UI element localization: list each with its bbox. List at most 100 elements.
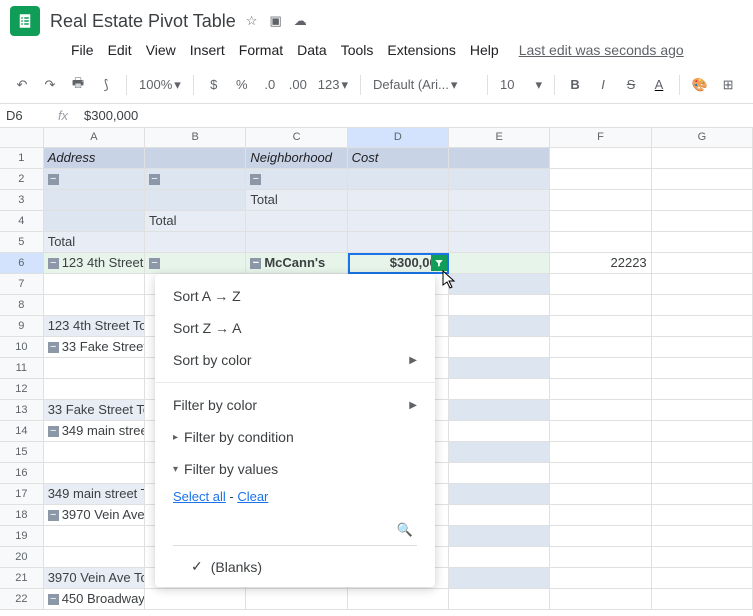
row-header[interactable]: 10 — [0, 337, 44, 358]
cell[interactable] — [550, 400, 651, 421]
cell[interactable]: − — [246, 169, 347, 190]
cell[interactable] — [550, 232, 651, 253]
cell[interactable] — [449, 316, 550, 337]
clear-link[interactable]: Clear — [237, 489, 268, 504]
cell[interactable]: −33 Fake Street — [44, 337, 145, 358]
sort-by-color-item[interactable]: Sort by color▶ — [155, 344, 435, 376]
text-color-button[interactable]: A — [647, 73, 671, 97]
paint-format-button[interactable]: ⟆ — [94, 73, 118, 97]
filter-button[interactable] — [431, 255, 447, 271]
menu-data[interactable]: Data — [291, 38, 333, 62]
cell[interactable] — [449, 358, 550, 379]
menu-format[interactable]: Format — [233, 38, 289, 62]
menu-extensions[interactable]: Extensions — [381, 38, 461, 62]
row-header[interactable]: 13 — [0, 400, 44, 421]
cell[interactable]: Address — [44, 148, 145, 169]
cell[interactable] — [348, 190, 449, 211]
cell[interactable]: Cost — [348, 148, 449, 169]
cell[interactable] — [550, 274, 651, 295]
filter-by-condition-item[interactable]: ▸Filter by condition — [155, 421, 435, 453]
row-header[interactable]: 16 — [0, 463, 44, 484]
row-header[interactable]: 12 — [0, 379, 44, 400]
cell[interactable] — [652, 337, 753, 358]
redo-button[interactable]: ↷ — [38, 73, 62, 97]
move-icon[interactable]: ▣ — [269, 13, 281, 29]
cell[interactable] — [246, 232, 347, 253]
menu-tools[interactable]: Tools — [335, 38, 380, 62]
fill-color-button[interactable]: 🎨 — [688, 73, 712, 97]
cell[interactable]: −McCann's — [246, 253, 347, 274]
collapse-icon[interactable]: − — [250, 174, 261, 185]
row-header[interactable]: 1 — [0, 148, 44, 169]
cell[interactable] — [449, 589, 550, 610]
cell[interactable] — [550, 505, 651, 526]
cell[interactable]: −123 4th Street — [44, 253, 145, 274]
cell[interactable] — [44, 295, 145, 316]
percent-button[interactable]: % — [230, 73, 254, 97]
cell[interactable] — [145, 148, 246, 169]
cell[interactable] — [550, 169, 651, 190]
row-header[interactable]: 18 — [0, 505, 44, 526]
col-header-B[interactable]: B — [145, 128, 246, 148]
cell[interactable] — [145, 589, 246, 610]
row-header[interactable]: 5 — [0, 232, 44, 253]
cell[interactable] — [44, 463, 145, 484]
cloud-status-icon[interactable]: ☁ — [294, 13, 307, 29]
cell[interactable] — [652, 421, 753, 442]
cell[interactable] — [449, 337, 550, 358]
cell[interactable] — [449, 547, 550, 568]
row-header[interactable]: 14 — [0, 421, 44, 442]
cell[interactable] — [44, 442, 145, 463]
document-title[interactable]: Real Estate Pivot Table — [50, 11, 236, 32]
row-header[interactable]: 17 — [0, 484, 44, 505]
filter-by-color-item[interactable]: Filter by color▶ — [155, 389, 435, 421]
collapse-icon[interactable]: − — [48, 342, 59, 353]
menu-help[interactable]: Help — [464, 38, 505, 62]
cell[interactable] — [652, 505, 753, 526]
row-header[interactable]: 15 — [0, 442, 44, 463]
collapse-icon[interactable]: − — [149, 258, 160, 269]
cell[interactable] — [44, 211, 145, 232]
cell[interactable] — [449, 211, 550, 232]
print-button[interactable]: 🖶 — [66, 73, 90, 97]
cell[interactable] — [652, 358, 753, 379]
cell[interactable]: − — [44, 169, 145, 190]
cell[interactable] — [550, 211, 651, 232]
cell[interactable] — [652, 190, 753, 211]
cell[interactable] — [145, 232, 246, 253]
cell[interactable] — [550, 484, 651, 505]
cell[interactable] — [652, 253, 753, 274]
cell[interactable] — [652, 148, 753, 169]
cell[interactable] — [449, 568, 550, 589]
cell[interactable] — [246, 211, 347, 232]
cell[interactable] — [652, 211, 753, 232]
cell[interactable] — [246, 589, 347, 610]
cell[interactable] — [550, 295, 651, 316]
filter-search-input[interactable] — [173, 518, 417, 546]
cell[interactable] — [449, 232, 550, 253]
cell[interactable] — [348, 589, 449, 610]
cell[interactable] — [449, 442, 550, 463]
cell[interactable] — [449, 274, 550, 295]
collapse-icon[interactable]: − — [48, 426, 59, 437]
cell[interactable] — [550, 358, 651, 379]
currency-button[interactable]: $ — [202, 73, 226, 97]
col-header-G[interactable]: G — [652, 128, 753, 148]
collapse-icon[interactable]: − — [48, 258, 59, 269]
menu-view[interactable]: View — [140, 38, 182, 62]
cell[interactable] — [550, 526, 651, 547]
menu-edit[interactable]: Edit — [102, 38, 138, 62]
cell[interactable] — [44, 547, 145, 568]
cell[interactable] — [449, 484, 550, 505]
font-size-select[interactable]: 10 ▾ — [496, 77, 546, 93]
formula-bar[interactable]: $300,000 — [78, 108, 753, 123]
cell[interactable] — [449, 169, 550, 190]
cell[interactable] — [449, 253, 550, 274]
cell[interactable]: 33 Fake Street Total — [44, 400, 145, 421]
cell[interactable] — [550, 589, 651, 610]
filter-by-values-item[interactable]: ▾Filter by values — [155, 453, 435, 485]
cell[interactable] — [449, 505, 550, 526]
cell[interactable] — [550, 568, 651, 589]
cell[interactable] — [449, 526, 550, 547]
name-box[interactable]: D6 — [0, 108, 48, 123]
